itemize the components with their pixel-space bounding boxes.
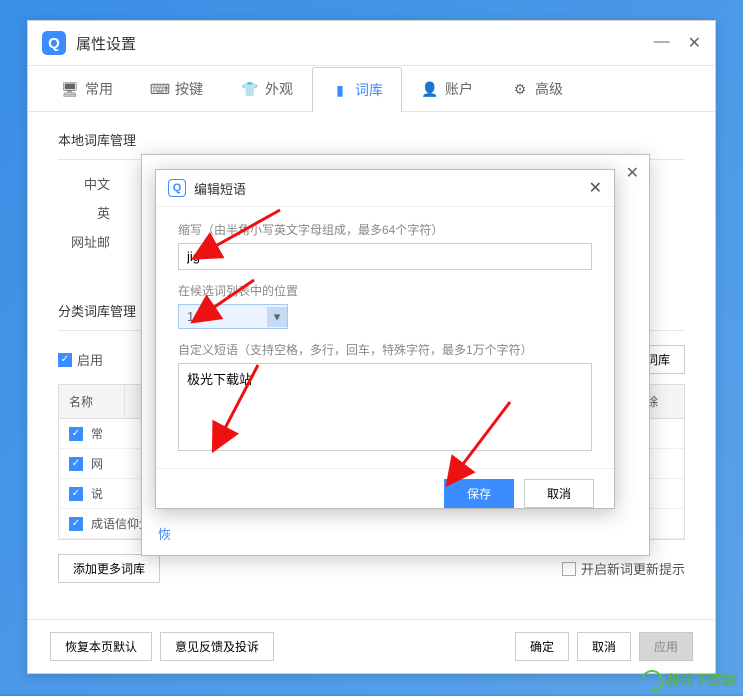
titlebar: Q 属性设置 — ✕	[28, 21, 715, 66]
cancel-button[interactable]: 取消	[524, 479, 594, 508]
tab-account[interactable]: 👤账户	[402, 66, 492, 111]
app-logo-icon: Q	[168, 179, 186, 197]
th-name: 名称	[59, 385, 125, 418]
phrase-textarea[interactable]	[178, 363, 592, 451]
enable-checkbox[interactable]: ✓启用	[58, 350, 103, 369]
abbr-label: 缩写（由半角小写英文字母组成，最多64个字符）	[178, 221, 592, 238]
row-chinese-label: 中文	[58, 174, 118, 193]
tab-advanced[interactable]: ⚙高级	[492, 66, 582, 111]
window-title: 属性设置	[76, 33, 136, 54]
chevron-down-icon: ▾	[267, 307, 287, 327]
edit-phrase-dialog: Q 编辑短语 ✕ 缩写（由半角小写英文字母组成，最多64个字符） 在候选词列表中…	[155, 169, 615, 509]
ok-button[interactable]: 确定	[515, 632, 569, 661]
phrase-label: 自定义短语（支持空格，多行，回车，特殊字符，最多1万个字符）	[178, 341, 592, 358]
save-button[interactable]: 保存	[444, 479, 514, 508]
key-icon: ⌨	[151, 80, 169, 98]
cancel-button[interactable]: 取消	[577, 632, 631, 661]
restore-defaults-button[interactable]: 恢复本页默认	[50, 632, 152, 661]
enable-update-notify-checkbox[interactable]: 开启新词更新提示	[562, 559, 685, 578]
feedback-button[interactable]: 意见反馈及投诉	[160, 632, 274, 661]
gear-icon: ⚙	[511, 80, 529, 98]
row-english-label: 英	[58, 203, 118, 222]
position-select[interactable]: 1 ▾	[178, 304, 288, 329]
tab-bar: 🖥常用 ⌨按键 👕外观 ▮词库 👤账户 ⚙高级	[28, 66, 715, 112]
apply-button[interactable]: 应用	[639, 632, 693, 661]
watermark: 极光下载站	[641, 670, 735, 692]
close-icon[interactable]: ✕	[626, 163, 639, 183]
dialog-title: 编辑短语	[194, 179, 246, 198]
user-icon: 👤	[421, 80, 439, 98]
tab-common[interactable]: 🖥常用	[42, 66, 132, 111]
close-icon[interactable]: ✕	[589, 178, 602, 198]
monitor-icon: 🖥	[61, 80, 79, 98]
shirt-icon: 👕	[241, 80, 259, 98]
book-icon: ▮	[331, 81, 349, 99]
add-more-library-button[interactable]: 添加更多词库	[58, 554, 160, 583]
footer-bar: 恢复本页默认 意见反馈及投诉 确定 取消 应用	[28, 619, 715, 673]
section-local-title: 本地词库管理	[58, 130, 685, 149]
minimize-icon[interactable]: —	[654, 33, 670, 53]
abbr-input[interactable]	[178, 243, 592, 270]
position-label: 在候选词列表中的位置	[178, 282, 592, 299]
close-icon[interactable]: ✕	[688, 33, 701, 53]
app-logo-icon: Q	[42, 31, 66, 55]
tab-dictionary[interactable]: ▮词库	[312, 67, 402, 112]
row-url-label: 网址邮	[58, 232, 118, 251]
tab-appearance[interactable]: 👕外观	[222, 66, 312, 111]
tab-keys[interactable]: ⌨按键	[132, 66, 222, 111]
restore-link[interactable]: 恢	[158, 524, 171, 543]
